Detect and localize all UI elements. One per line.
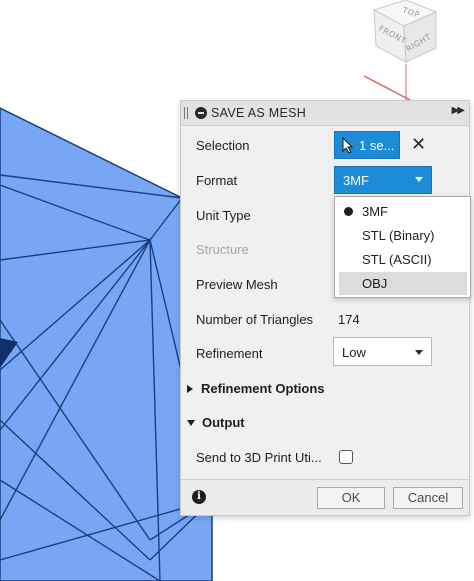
format-option-3mf[interactable]: 3MF [339,200,467,223]
format-option-stl-binary[interactable]: STL (Binary) [339,224,467,247]
output-section[interactable]: Output [187,415,245,430]
info-icon[interactable]: i [192,490,206,504]
unit-type-label: Unit Type [196,208,251,223]
format-option-stl-ascii[interactable]: STL (ASCII) [339,248,467,271]
send-to-print-checkbox[interactable] [339,450,353,464]
format-option-label: STL (ASCII) [362,252,432,267]
refinement-options-label: Refinement Options [201,381,325,396]
dialog-title-bar[interactable]: SAVE AS MESH ▶▶ [181,101,469,126]
drag-grip-icon[interactable] [184,107,188,119]
collapse-icon[interactable] [195,107,207,119]
format-dropdown[interactable]: 3MF [334,166,432,194]
collapse-triangle-icon [187,420,195,426]
view-cube[interactable]: TOP FRONT RIGHT X [344,0,454,112]
structure-label: Structure [196,242,249,257]
refinement-dropdown[interactable]: Low [333,337,432,366]
preview-mesh-label: Preview Mesh [196,277,278,292]
chevron-down-icon [415,350,423,355]
triangles-value: 174 [338,312,360,327]
refinement-options-section[interactable]: Refinement Options [187,381,325,396]
x-axis-line [363,75,411,101]
dialog-title: SAVE AS MESH [211,106,307,120]
format-option-obj[interactable]: OBJ [339,272,467,295]
cancel-button[interactable]: Cancel [393,487,463,509]
format-option-label: STL (Binary) [362,228,435,243]
format-value: 3MF [343,173,369,188]
expand-triangle-icon [187,385,193,393]
save-as-mesh-dialog: SAVE AS MESH ▶▶ Selection 1 se... ✕ Form… [180,100,471,516]
send-to-print-label: Send to 3D Print Uti... [196,450,322,465]
ok-button[interactable]: OK [317,487,385,509]
selected-radio-icon [344,207,353,216]
format-option-label: OBJ [362,276,388,291]
clear-selection-icon[interactable]: ✕ [411,135,426,153]
refinement-value: Low [342,345,366,360]
selection-button[interactable]: 1 se... [334,131,400,159]
triangles-label: Number of Triangles [196,312,314,327]
cursor-arrow-icon [342,137,354,154]
output-label: Output [202,415,245,430]
format-dropdown-menu: 3MF STL (Binary) STL (ASCII) OBJ [334,196,471,298]
format-label: Format [196,173,238,188]
chevron-down-icon [415,177,423,182]
format-option-label: 3MF [362,204,388,219]
dialog-footer: i OK Cancel [181,479,469,515]
selection-value: 1 se... [359,138,395,153]
expand-arrows-icon[interactable]: ▶▶ [452,105,465,116]
selection-label: Selection [196,138,250,153]
refinement-label: Refinement [196,346,263,361]
